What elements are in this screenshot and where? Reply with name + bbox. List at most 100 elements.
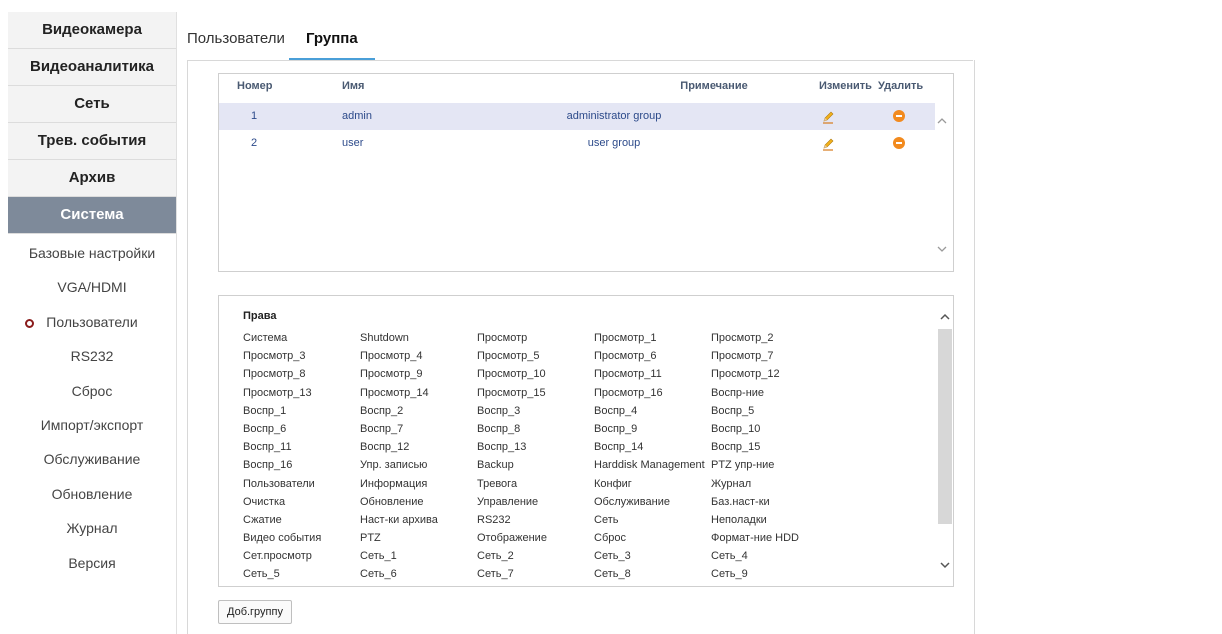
right-item[interactable]: Конфиг: [594, 475, 632, 493]
right-item[interactable]: Воспр_3: [477, 402, 520, 420]
right-item[interactable]: Воспр_13: [477, 438, 526, 456]
submenu-item[interactable]: Обновление: [8, 477, 176, 511]
right-item[interactable]: Просмотр_11: [594, 365, 662, 383]
right-item[interactable]: Сеть_8: [594, 565, 631, 583]
submenu-item[interactable]: RS232: [8, 339, 176, 373]
right-item[interactable]: Сеть_2: [477, 547, 514, 565]
submenu-item[interactable]: Пользователи: [8, 305, 176, 339]
right-item[interactable]: Просмотр_14: [360, 384, 429, 402]
right-item[interactable]: Воспр_15: [711, 438, 760, 456]
right-item[interactable]: Воспр_2: [360, 402, 403, 420]
right-item[interactable]: Тревога: [477, 475, 517, 493]
right-item[interactable]: Shutdown: [360, 329, 409, 347]
right-item[interactable]: Сеть_9: [711, 565, 748, 583]
right-item[interactable]: Воспр_8: [477, 420, 520, 438]
right-item[interactable]: Пользователи: [243, 475, 315, 493]
pencil-icon[interactable]: [821, 108, 835, 124]
right-item[interactable]: Просмотр_12: [711, 365, 780, 383]
right-item[interactable]: Воспр_12: [360, 438, 409, 456]
right-item[interactable]: Очистка: [243, 493, 285, 511]
scroll-down-icon[interactable]: [935, 242, 949, 256]
right-item[interactable]: Воспр_9: [594, 420, 637, 438]
rights-scroll-down-icon[interactable]: [938, 558, 952, 572]
right-item[interactable]: Просмотр_7: [711, 347, 773, 365]
menu-item[interactable]: Система: [8, 197, 176, 234]
right-item[interactable]: Просмотр_6: [594, 347, 656, 365]
menu-item[interactable]: Видеоаналитика: [8, 49, 176, 86]
right-item[interactable]: RS232: [477, 511, 511, 529]
scroll-up-icon[interactable]: [935, 114, 949, 128]
right-item[interactable]: Просмотр_5: [477, 347, 539, 365]
right-item[interactable]: PTZ упр-ние: [711, 456, 774, 474]
right-item[interactable]: Воспр_1: [243, 402, 286, 420]
submenu-item[interactable]: Обслуживание: [8, 442, 176, 476]
right-item[interactable]: Harddisk Management: [594, 456, 705, 474]
right-item[interactable]: Управление: [477, 493, 538, 511]
right-item[interactable]: Сеть_4: [711, 547, 748, 565]
table-row[interactable]: 2 user user group: [219, 130, 935, 157]
minus-circle-icon[interactable]: [893, 137, 905, 149]
add-group-button[interactable]: Доб.группу: [218, 600, 292, 624]
rights-scrollbar-thumb[interactable]: [938, 329, 952, 524]
tab-group[interactable]: Группа: [306, 30, 358, 47]
right-item[interactable]: Сеть_1: [360, 547, 397, 565]
right-item[interactable]: Неполадки: [711, 511, 767, 529]
submenu-item[interactable]: Сброс: [8, 374, 176, 408]
right-item[interactable]: Сеть_7: [477, 565, 514, 583]
right-item[interactable]: PTZ: [360, 529, 381, 547]
right-item[interactable]: Информация: [360, 475, 427, 493]
right-item[interactable]: Просмотр: [477, 329, 527, 347]
right-item[interactable]: Просмотр_2: [711, 329, 773, 347]
rights-scroll-up-icon[interactable]: [938, 310, 952, 324]
pencil-icon[interactable]: [821, 135, 835, 151]
submenu-item[interactable]: Версия: [8, 546, 176, 580]
right-item[interactable]: Сжатие: [243, 511, 282, 529]
menu-item[interactable]: Архив: [8, 160, 176, 197]
right-item[interactable]: Просмотр_1: [594, 329, 656, 347]
right-item[interactable]: Сеть_5: [243, 565, 280, 583]
right-item[interactable]: Видео события: [243, 529, 321, 547]
right-item[interactable]: Формат-ние HDD: [711, 529, 799, 547]
right-item[interactable]: Воспр_7: [360, 420, 403, 438]
tab-users[interactable]: Пользователи: [187, 30, 285, 47]
menu-item[interactable]: Видеокамера: [8, 12, 176, 49]
submenu-item[interactable]: Импорт/экспорт: [8, 408, 176, 442]
right-item[interactable]: Воспр_11: [243, 438, 292, 456]
right-item[interactable]: Воспр_5: [711, 402, 754, 420]
menu-item[interactable]: Сеть: [8, 86, 176, 123]
right-item[interactable]: Просмотр_4: [360, 347, 422, 365]
right-item[interactable]: Баз.наст-ки: [711, 493, 770, 511]
right-item[interactable]: Упр. записью: [360, 456, 427, 474]
right-item[interactable]: Сброс: [594, 529, 626, 547]
right-item[interactable]: Система: [243, 329, 287, 347]
right-item[interactable]: Воспр_14: [594, 438, 643, 456]
right-item[interactable]: Воспр-ние: [711, 384, 764, 402]
right-item[interactable]: Отображение: [477, 529, 547, 547]
right-item[interactable]: Просмотр_8: [243, 365, 305, 383]
right-item[interactable]: Сеть_3: [594, 547, 631, 565]
submenu-item[interactable]: Базовые настройки: [8, 236, 176, 270]
right-item[interactable]: Сеть_6: [360, 565, 397, 583]
right-item[interactable]: Сеть: [594, 511, 618, 529]
right-item[interactable]: Обслуживание: [594, 493, 670, 511]
right-item[interactable]: Просмотр_10: [477, 365, 546, 383]
right-item[interactable]: Просмотр_13: [243, 384, 312, 402]
table-row[interactable]: 1 admin administrator group: [219, 103, 935, 130]
right-item[interactable]: Воспр_6: [243, 420, 286, 438]
submenu-item[interactable]: Журнал: [8, 511, 176, 545]
right-item[interactable]: Журнал: [711, 475, 751, 493]
submenu-item[interactable]: VGA/HDMI: [8, 270, 176, 304]
right-item[interactable]: Воспр_16: [243, 456, 292, 474]
right-item[interactable]: Просмотр_9: [360, 365, 422, 383]
right-item[interactable]: Обновление: [360, 493, 424, 511]
minus-circle-icon[interactable]: [893, 110, 905, 122]
right-item[interactable]: Наст-ки архива: [360, 511, 438, 529]
right-item[interactable]: Просмотр_15: [477, 384, 546, 402]
right-item[interactable]: Воспр_10: [711, 420, 760, 438]
right-item[interactable]: Просмотр_16: [594, 384, 663, 402]
right-item[interactable]: Backup: [477, 456, 514, 474]
right-item[interactable]: Просмотр_3: [243, 347, 305, 365]
right-item[interactable]: Сет.просмотр: [243, 547, 312, 565]
right-item[interactable]: Воспр_4: [594, 402, 637, 420]
menu-item[interactable]: Трев. события: [8, 123, 176, 160]
